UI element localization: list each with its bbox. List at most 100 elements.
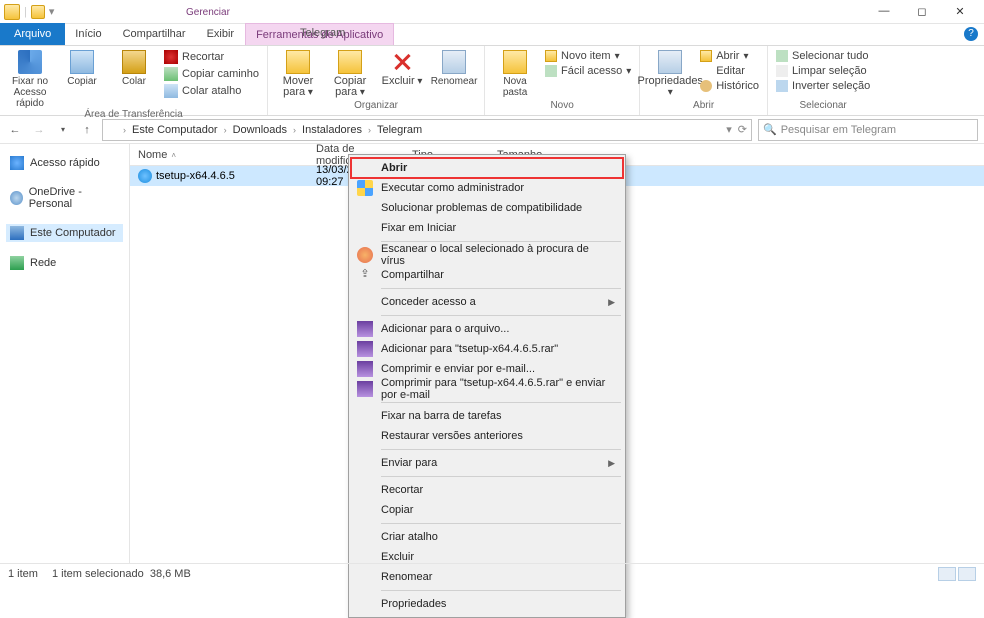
pin-quick-access-button[interactable]: Fixar no Acesso rápido [8, 50, 52, 109]
group-label: Novo [493, 100, 631, 113]
ctx-cut[interactable]: Recortar [351, 480, 623, 500]
rar-icon [357, 321, 373, 337]
window-controls: — ◻ ✕ [870, 5, 980, 18]
breadcrumb-item[interactable]: Downloads [229, 124, 291, 136]
share-icon: ⇪ [357, 267, 373, 283]
paste-button[interactable]: Colar [112, 50, 156, 87]
up-button[interactable]: ↑ [78, 121, 96, 139]
move-to-button[interactable]: Mover para ▾ [276, 50, 320, 98]
copy-button[interactable]: Copiar [60, 50, 104, 87]
qat-divider: | [24, 6, 27, 18]
ctx-compat[interactable]: Solucionar problemas de compatibilidade [351, 198, 623, 218]
tab-file[interactable]: Arquivo [0, 23, 65, 45]
group-new: Nova pasta Novo item ▾ Fácil acesso ▾ No… [485, 46, 640, 115]
folder-icon [107, 123, 121, 137]
status-bar: 1 item 1 item selecionado 38,6 MB [0, 563, 984, 583]
invert-selection-button[interactable]: Inverter seleção [776, 80, 870, 92]
ctx-pin-taskbar[interactable]: Fixar na barra de tarefas [351, 406, 623, 426]
rename-button[interactable]: Renomear [432, 50, 476, 87]
sort-indicator-icon: ˄ [171, 151, 176, 160]
folder-icon-2 [31, 5, 45, 19]
paste-shortcut-button[interactable]: Colar atalho [164, 84, 259, 98]
quick-access-toolbar: | ▾ [4, 4, 54, 20]
sidebar-network[interactable]: Rede [6, 254, 123, 272]
title-bar: | ▾ — ◻ ✕ [0, 0, 984, 24]
antivirus-icon [357, 247, 373, 263]
ctx-scan-virus[interactable]: Escanear o local selecionado à procura d… [351, 245, 623, 265]
sidebar-onedrive[interactable]: OneDrive - Personal [6, 184, 123, 212]
maximize-button[interactable]: ◻ [908, 5, 936, 18]
contextual-group-label: Gerenciar [186, 7, 230, 18]
refresh-button[interactable]: ⟳ [738, 123, 747, 136]
rar-icon [357, 361, 373, 377]
copy-path-button[interactable]: Copiar caminho [164, 67, 259, 81]
open-button[interactable]: Abrir ▾ [700, 50, 759, 62]
address-dropdown[interactable]: ▾ [726, 123, 732, 136]
status-item-count: 1 item [8, 568, 38, 580]
ctx-create-shortcut[interactable]: Criar atalho [351, 527, 623, 547]
new-folder-button[interactable]: Nova pasta [493, 50, 537, 98]
new-item-button[interactable]: Novo item ▾ [545, 50, 631, 62]
back-button[interactable]: ← [6, 121, 24, 139]
properties-button[interactable]: Propriedades ▾ [648, 50, 692, 98]
ctx-pin-start[interactable]: Fixar em Iniciar [351, 218, 623, 238]
help-icon[interactable]: ? [964, 27, 978, 41]
select-none-button[interactable]: Limpar seleção [776, 65, 870, 77]
app-icon [138, 169, 152, 183]
ctx-email-zip[interactable]: Comprimir e enviar por e-mail... [351, 359, 623, 379]
sidebar-this-pc[interactable]: Este Computador [6, 224, 123, 242]
search-icon: 🔍 [763, 123, 777, 136]
search-box[interactable]: 🔍 Pesquisar em Telegram [758, 119, 978, 141]
tab-home[interactable]: Início [65, 23, 112, 45]
shield-icon [357, 180, 373, 196]
qat-dropdown[interactable]: ▾ [49, 5, 55, 18]
context-menu: Abrir Executar como administrador Soluci… [348, 154, 626, 618]
tab-view[interactable]: Exibir [197, 23, 246, 45]
window-title: Telegram [300, 27, 345, 39]
breadcrumb-item[interactable]: Telegram [373, 124, 426, 136]
easy-access-button[interactable]: Fácil acesso ▾ [545, 65, 631, 77]
delete-button[interactable]: Excluir ▾ [380, 50, 424, 87]
sidebar-quick-access[interactable]: Acesso rápido [6, 154, 123, 172]
group-clipboard: Fixar no Acesso rápido Copiar Colar Reco… [0, 46, 268, 115]
edit-button[interactable]: Editar [700, 65, 759, 77]
group-select: Selecionar tudo Limpar seleção Inverter … [768, 46, 878, 115]
ctx-open[interactable]: Abrir [351, 158, 623, 178]
ctx-share[interactable]: ⇪Compartilhar [351, 265, 623, 285]
ctx-email-rar[interactable]: Comprimir para "tsetup-x64.4.6.5.rar" e … [351, 379, 623, 399]
search-placeholder: Pesquisar em Telegram [781, 124, 896, 136]
group-open: Propriedades ▾ Abrir ▾ Editar Histórico … [640, 46, 768, 115]
folder-icon [4, 4, 20, 20]
rar-icon [357, 381, 373, 397]
history-button[interactable]: Histórico [700, 80, 759, 92]
address-bar[interactable]: › Este Computador› Downloads› Instalador… [102, 119, 752, 141]
recent-locations-button[interactable]: ▾ [54, 121, 72, 139]
navigation-pane: Acesso rápido OneDrive - Personal Este C… [0, 144, 130, 563]
forward-button[interactable]: → [30, 121, 48, 139]
group-label: Abrir [648, 100, 759, 113]
copy-to-button[interactable]: Copiar para ▾ [328, 50, 372, 98]
submenu-arrow-icon: ▶ [608, 458, 615, 469]
view-thumbnails-button[interactable] [958, 567, 976, 581]
ctx-restore-versions[interactable]: Restaurar versões anteriores [351, 426, 623, 446]
tab-share[interactable]: Compartilhar [113, 23, 197, 45]
view-switcher [938, 567, 976, 581]
ctx-copy[interactable]: Copiar [351, 500, 623, 520]
ctx-grant-access[interactable]: Conceder acesso a▶ [351, 292, 623, 312]
cut-button[interactable]: Recortar [164, 50, 259, 64]
ctx-add-archive[interactable]: Adicionar para o arquivo... [351, 319, 623, 339]
ctx-add-rar[interactable]: Adicionar para "tsetup-x64.4.6.5.rar" [351, 339, 623, 359]
rar-icon [357, 341, 373, 357]
ribbon: Fixar no Acesso rápido Copiar Colar Reco… [0, 46, 984, 116]
group-label: Selecionar [776, 100, 870, 113]
select-all-button[interactable]: Selecionar tudo [776, 50, 870, 62]
minimize-button[interactable]: — [870, 5, 898, 18]
breadcrumb-item[interactable]: Este Computador [128, 124, 222, 136]
view-details-button[interactable] [938, 567, 956, 581]
ctx-run-admin[interactable]: Executar como administrador [351, 178, 623, 198]
breadcrumb-item[interactable]: Instaladores [298, 124, 366, 136]
group-organize: Mover para ▾ Copiar para ▾ Excluir ▾ Ren… [268, 46, 485, 115]
ctx-properties[interactable]: Propriedades [351, 594, 623, 614]
close-button[interactable]: ✕ [946, 5, 974, 18]
ctx-send-to[interactable]: Enviar para▶ [351, 453, 623, 473]
